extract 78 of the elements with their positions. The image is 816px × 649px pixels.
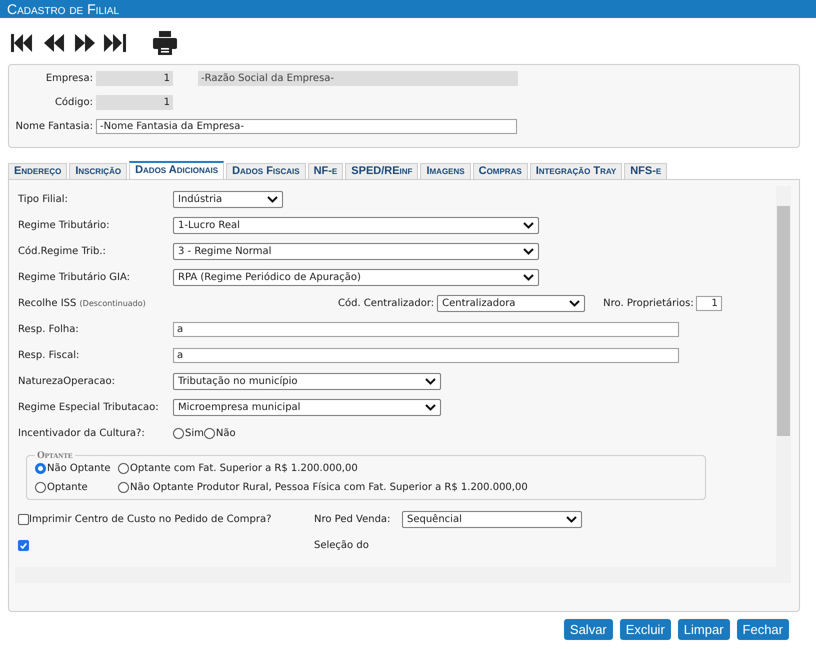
chevron-down-icon [523,248,534,254]
tax-regime-select[interactable]: 1-Lucro Real [173,216,539,234]
field-label: Seleção do [314,540,370,550]
tab[interactable]: Integração Tray [530,163,622,179]
action-button[interactable]: Excluir [620,619,671,640]
field-label: Tipo Filial: [18,194,69,204]
field-label: Nro Ped Venda: [314,514,392,524]
radio-label: Não [216,428,236,438]
radio-button[interactable] [35,482,46,493]
gia-regime-select[interactable]: RPA (Regime Periódico de Apuração) [173,268,539,286]
action-button[interactable]: Salvar [564,619,613,640]
checkbox-label: Imprimir Centro de Custo no Pedido de Compra? [29,514,272,524]
field-note: (Descontinuado) [80,298,146,308]
window-title: Cadastro de Filial [0,0,816,18]
group-legend: Optante [35,450,75,461]
tab[interactable]: Dados Adicionais [129,161,224,179]
action-button[interactable]: Fechar [736,619,789,640]
tax-regime-code-select[interactable]: 3 - Regime Normal [173,242,539,260]
tab[interactable]: SPED/REinf [345,163,418,179]
radio-label: Não Optante Produtor Rural, Pessoa Física com Fat. Superior a R$ 1.200.000,00 [130,482,528,493]
field-label: Regime Tributário GIA: [18,272,132,282]
next-page-icon[interactable] [73,34,97,52]
field-label: Regime Especial Tributacao: [18,402,160,412]
field-label: Incentivador da Cultura?: [18,428,146,438]
operation-nature-select[interactable]: Tributação no município [173,372,441,390]
company-name-field: -Razão Social da Empresa- [198,71,518,86]
radio-label: Optante com Fat. Superior a R$ 1.200.000,00 [130,463,358,474]
code-field: 1 [96,95,173,110]
radio-label: Optante [47,482,88,493]
special-regime-select[interactable]: Microempresa municipal [173,398,441,416]
action-button[interactable]: Limpar [678,619,730,640]
radio-label: Sim [185,428,204,438]
chevron-down-icon [566,516,577,522]
field-label: Cód. Centralizador: [338,298,434,308]
field-label: Recolhe ISS [18,298,76,308]
centralizer-select[interactable]: Centralizadora [437,294,586,312]
tab[interactable]: Compras [472,163,528,179]
field-label: Resp. Fiscal: [18,350,80,360]
previous-page-icon[interactable] [42,34,66,52]
tab[interactable]: Dados Fiscais [226,163,306,179]
checkbox[interactable] [18,540,29,550]
field-label: Resp. Folha: [18,324,80,334]
printer-icon[interactable] [153,31,177,55]
first-page-icon[interactable] [11,34,35,52]
tab[interactable]: Endereço [8,163,68,179]
field-label: Cód.Regime Trib.: [18,246,107,256]
field-label: Empresa: [44,73,93,84]
chevron-down-icon [523,222,534,228]
chevron-down-icon [267,196,278,202]
sales-order-number-select[interactable]: Sequêncial [402,510,582,528]
trade-name-field[interactable]: -Nome Fantasia da Empresa- [96,119,517,134]
radio-button[interactable] [118,463,129,474]
empresa-code-field: 1 [96,71,173,86]
tab[interactable]: Imagens [420,163,471,179]
radio-button[interactable] [118,482,129,493]
tab[interactable]: Inscrição [69,163,128,179]
radio-button[interactable] [204,428,215,438]
field-label: Nome Fantasia: [14,121,93,132]
payroll-responsible-field[interactable]: a [173,322,679,336]
fiscal-responsible-field[interactable]: a [173,348,679,362]
checkbox[interactable] [18,514,29,524]
radio-button[interactable] [35,463,46,474]
radio-button[interactable] [173,428,184,438]
last-page-icon[interactable] [104,34,128,52]
chevron-down-icon [425,378,436,384]
field-label: Código: [54,97,93,108]
chevron-down-icon [425,404,436,410]
field-label: NaturezaOperacao: [18,376,116,386]
chevron-down-icon [523,274,534,280]
branch-type-select[interactable]: Indústria [173,190,283,208]
field-label: Nro. Proprietários: [603,298,694,308]
radio-label: Não Optante [47,463,111,474]
tab[interactable]: NF-e [308,163,344,179]
vertical-scrollbar[interactable] [776,186,791,567]
owners-count-field[interactable]: 1 [696,296,722,310]
tab[interactable]: NFS-e [624,163,668,179]
field-label: Regime Tributário: [18,220,110,230]
chevron-down-icon [569,300,580,306]
